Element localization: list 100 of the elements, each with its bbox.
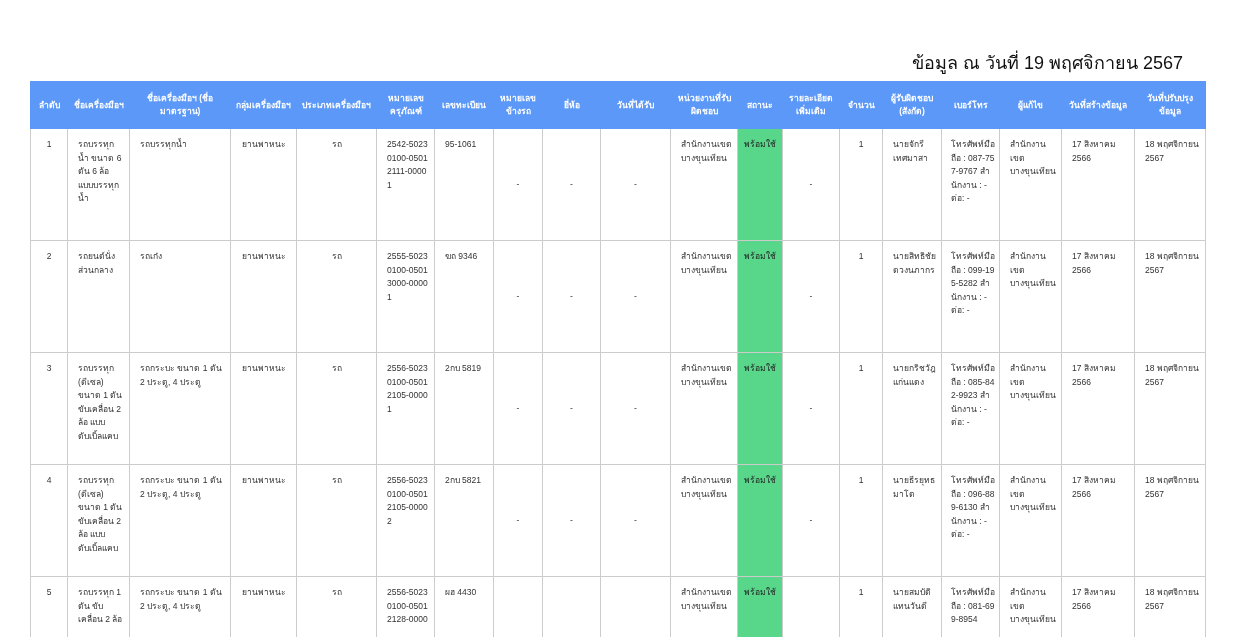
created-date: 17 สิงหาคม 2566 [1072,138,1117,165]
details-text: - [809,401,813,415]
row-number: 1 [46,138,52,151]
column-header: วันที่ได้รับ [600,81,671,129]
registration-plate: ผฮ 4430 [445,586,477,599]
editor-name: สำนักงานเขตบางขุนเทียน [1010,250,1056,291]
column-header: ผู้แก้ไข [999,81,1062,129]
received-date: - [634,513,637,527]
details-text: - [809,513,813,527]
status-cell: พร้อมใช้ [737,240,783,353]
column-header: หมายเลขครุภัณฑ์ [376,81,435,129]
registration-plate: 2กบ 5819 [445,362,481,375]
editor-name: สำนักงานเขตบางขุนเทียน [1010,362,1056,403]
department-name: สำนักงานเขตบางขุนเทียน [681,362,732,389]
column-header: หมายเลขข้างรถ [493,81,543,129]
editor-name: สำนักงานเขตบางขุนเทียน [1010,138,1056,179]
brand-name: - [570,401,573,415]
updated-date: 18 พฤศจิกายน 2567 [1145,586,1200,613]
column-header: รายละเอียดเพิ่มเติม [782,81,840,129]
asset-number: 2556-5023 0100-0501 2128-0000 [387,586,429,626]
equipment-name: รถบรรทุกน้ำ ขนาด 6 ตัน 6 ล้อ แบบบรรทุกน้ำ [78,138,123,205]
column-header: ชื่อเครื่องมือฯ [67,81,130,129]
phone-info: โทรศัพท์มือถือ : 087-757-9767 สำนักงาน : - ต่อ: - [951,138,995,205]
responsible-person: นายจักรี เทศมาสา [893,138,929,165]
updated-date: 18 พฤศจิกายน 2567 [1145,250,1200,277]
created-date: 17 สิงหาคม 2566 [1072,362,1117,389]
quantity: 1 [858,474,864,487]
updated-date: 18 พฤศจิกายน 2567 [1145,474,1200,501]
details-text: - [809,177,813,191]
responsible-person: นายสมบัติ แทนวันดี [893,586,932,613]
received-date: - [634,177,637,191]
registration-plate: 2กบ 5821 [445,474,481,487]
standard-name: รถกระบะ ขนาด 1 ตัน 2 ประตู, 4 ประตู [140,362,223,389]
phone-info: โทรศัพท์มือถือ : 096-889-6130 สำนักงาน : - ต่อ: - [951,474,995,541]
editor-name: สำนักงานเขตบางขุนเทียน [1010,474,1056,515]
equipment-group: ยานพาหนะ [241,586,286,600]
column-header: เลขทะเบียน [434,81,494,129]
responsible-person: นายธีรยุทธ มาโต [893,474,936,501]
equipment-name: รถบรรทุก (ดีเซล) ขนาด 1 ตัน ขับเคลื่อน 2 ล้อ แบบดับเบิ้ลแคบ [78,474,124,555]
created-date: 17 สิงหาคม 2566 [1072,474,1117,501]
responsible-person: นายกริชวัฎ แก่นแดง [893,362,936,389]
equipment-name: รถบรรทุก (ดีเซล) ขนาด 1 ตัน ขับเคลื่อน 2 ล้อ แบบดับเบิ้ลแคบ [78,362,124,443]
phone-info: โทรศัพท์มือถือ : 099-195-5282 สำนักงาน : - ต่อ: - [951,250,995,317]
column-header: หน่วยงานที่รับผิดชอบ [670,81,738,129]
department-name: สำนักงานเขตบางขุนเทียน [681,586,732,613]
department-name: สำนักงานเขตบางขุนเทียน [681,474,732,501]
quantity: 1 [858,250,864,263]
equipment-group: ยานพาหนะ [241,250,286,264]
registration-plate: 95-1061 [445,138,477,151]
column-header: ยี่ห้อ [542,81,601,129]
created-date: 17 สิงหาคม 2566 [1072,586,1117,613]
quantity: 1 [858,138,864,151]
equipment-type: รถ [331,586,342,599]
updated-date: 18 พฤศจิกายน 2567 [1145,362,1200,389]
row-number: 4 [46,474,52,487]
side-number: - [516,513,520,527]
status-cell: พร้อมใช้ [737,576,783,637]
editor-name: สำนักงานเขตบางขุนเทียน [1010,586,1056,627]
standard-name: รถบรรทุกน้ำ [140,138,187,152]
quantity: 1 [858,586,864,599]
status-cell: พร้อมใช้ [737,352,783,465]
received-date: - [634,289,637,303]
equipment-type: รถ [331,138,342,151]
column-header: ประเภทเครื่องมือฯ [296,81,377,129]
page-title: ข้อมูล ณ วันที่ 19 พฤศจิกายน 2567 [911,49,1183,76]
brand-name: - [570,513,573,527]
details-text: - [809,289,813,303]
phone-info: โทรศัพท์มือถือ : 081-699-8954 [951,586,995,626]
equipment-name: รถบรรทุก 1 ตัน ขับเคลื่อน 2 ล้อ [78,586,124,626]
equipment-type: รถ [331,362,342,375]
column-header: เบอร์โทร [941,81,1000,129]
side-number: - [516,401,520,415]
registration-plate: ฆถ 9346 [445,250,478,263]
responsible-person: นายสิทธิชัย ดวงนภากร [893,250,936,277]
side-number: - [516,177,520,191]
equipment-group: ยานพาหนะ [241,138,286,152]
column-header: กลุ่มเครื่องมือฯ [230,81,297,129]
equipment-group: ยานพาหนะ [241,362,286,376]
asset-number: 2556-5023 0100-0501 2105-0000 2 [387,474,429,528]
phone-info: โทรศัพท์มือถือ : 085-842-9923 สำนักงาน : - ต่อ: - [951,362,995,429]
asset-number: 2542-5023 0100-0501 2111-0000 1 [387,138,429,192]
department-name: สำนักงานเขตบางขุนเทียน [681,138,732,165]
equipment-name: รถยนต์นั่งส่วนกลาง [78,250,116,277]
row-number: 5 [46,586,52,599]
column-header: ลำดับ [30,81,68,129]
standard-name: รถกระบะ ขนาด 1 ตัน 2 ประตู, 4 ประตู [140,586,223,613]
created-date: 17 สิงหาคม 2566 [1072,250,1117,277]
row-number: 3 [46,362,52,375]
column-header: จำนวน [839,81,883,129]
equipment-group: ยานพาหนะ [241,474,286,488]
column-header: ผู้รับผิดชอบ (สังกัด) [882,81,942,129]
standard-name: รถกระบะ ขนาด 1 ตัน 2 ประตู, 4 ประตู [140,474,223,501]
asset-number: 2555-5023 0100-0501 3000-0000 1 [387,250,429,304]
equipment-type: รถ [331,250,342,263]
column-header: วันที่ปรับปรุงข้อมูล [1134,81,1206,129]
brand-name: - [570,289,573,303]
status-cell: พร้อมใช้ [737,464,783,577]
asset-number: 2556-5023 0100-0501 2105-0000 1 [387,362,429,416]
updated-date: 18 พฤศจิกายน 2567 [1145,138,1200,165]
standard-name: รถเก๋ง [140,250,162,263]
